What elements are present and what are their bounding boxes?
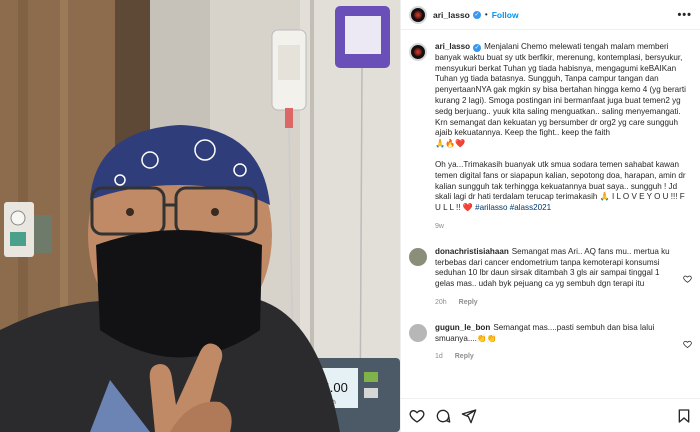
reply-button[interactable]: Reply (455, 353, 474, 360)
bookmark-icon[interactable] (676, 408, 692, 424)
caption-username[interactable]: ari_lasso (435, 42, 470, 51)
comment-icon[interactable] (435, 408, 451, 424)
caption-body: ari_lasso ✓ Menjalani Chemo melewati tenga… (435, 42, 692, 233)
caption-text-1: Menjalani Chemo melewati tengah malam me… (435, 42, 686, 138)
author-avatar[interactable] (409, 5, 427, 24)
comments-scroll-area[interactable]: ari_lasso ✓ Menjalani Chemo melewati tenga… (401, 30, 700, 398)
action-bar (401, 398, 700, 432)
more-options-icon[interactable]: ••• (677, 9, 692, 21)
comment-like-icon[interactable] (683, 325, 692, 363)
caption-text-2: Oh ya...Trimakasih buanyak utk smua soda… (435, 159, 686, 213)
comment-time: 20h (435, 298, 447, 306)
post-header: ari_lasso ✓ • Follow ••• (401, 0, 700, 30)
follow-button[interactable]: Follow (492, 10, 519, 20)
comment-meta: 1d Reply (435, 352, 677, 363)
reply-button[interactable]: Reply (459, 299, 478, 306)
heart-icon[interactable] (409, 408, 425, 424)
comment-time: 1d (435, 353, 443, 361)
photo-illustration: 104.00 ml/h (0, 0, 400, 432)
comment-body: gugun_le_bon Semangat mas....pasti sembuh… (435, 323, 677, 363)
comment-meta: 20h Reply (435, 298, 677, 309)
post-photo[interactable]: 104.00 ml/h (0, 0, 400, 432)
post-caption: ari_lasso ✓ Menjalani Chemo melewati tenga… (409, 42, 692, 233)
post-modal: 104.00 ml/h (0, 0, 700, 432)
commenter-username[interactable]: gugun_le_bon (435, 323, 490, 332)
header-separator: • (484, 10, 488, 19)
commenter-avatar[interactable] (409, 247, 427, 266)
caption-time: 9w (435, 222, 444, 230)
commenter-username[interactable]: donachristisiahaan (435, 247, 509, 256)
caption-hashtags[interactable]: #arilasso #alass2021 (475, 203, 551, 212)
share-icon[interactable] (461, 408, 477, 424)
verified-icon: ✓ (472, 10, 481, 19)
caption-badge-icon: ✓ (473, 44, 482, 52)
comment-item: donachristisiahaan Semangat mas Ari.. AQ … (409, 247, 692, 309)
author-username[interactable]: ari_lasso (433, 10, 470, 20)
post-side-panel: ari_lasso ✓ • Follow ••• ari_lasso ✓ Menja… (400, 0, 700, 432)
caption-emoji: 🙏🔥❤️ (435, 139, 466, 149)
comment-item: gugun_le_bon Semangat mas....pasti sembuh… (409, 323, 692, 363)
caption-avatar[interactable] (409, 43, 427, 61)
comment-body: donachristisiahaan Semangat mas Ari.. AQ … (435, 247, 677, 309)
comment-like-icon[interactable] (683, 249, 692, 309)
commenter-avatar[interactable] (409, 323, 427, 342)
